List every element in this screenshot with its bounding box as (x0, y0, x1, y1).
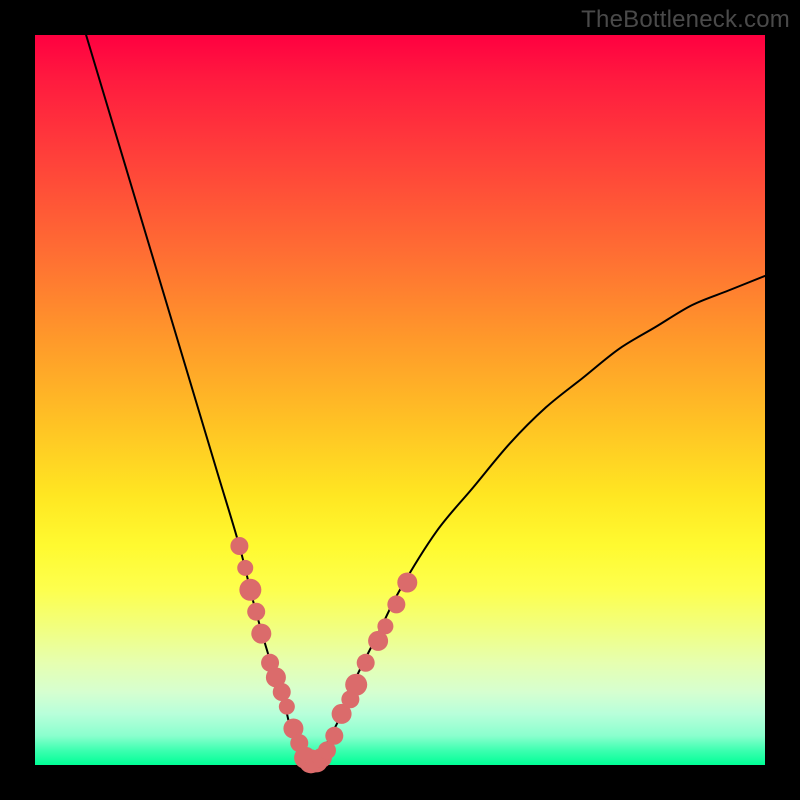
plot-area (35, 35, 765, 765)
bottleneck-curve (86, 35, 765, 766)
curve-marker (357, 654, 375, 672)
curve-marker (230, 537, 248, 555)
curve-marker (279, 699, 295, 715)
watermark-text: TheBottleneck.com (581, 6, 790, 34)
marker-group (230, 537, 417, 773)
chart-svg (35, 35, 765, 765)
curve-marker (397, 573, 417, 593)
curve-marker (387, 595, 405, 613)
curve-marker (251, 624, 271, 644)
curve-marker (273, 683, 291, 701)
chart-frame: TheBottleneck.com (0, 0, 800, 800)
curve-marker (377, 618, 393, 634)
curve-marker (345, 674, 367, 696)
curve-marker (239, 579, 261, 601)
curve-marker (247, 603, 265, 621)
curve-marker (325, 727, 343, 745)
curve-marker (237, 560, 253, 576)
